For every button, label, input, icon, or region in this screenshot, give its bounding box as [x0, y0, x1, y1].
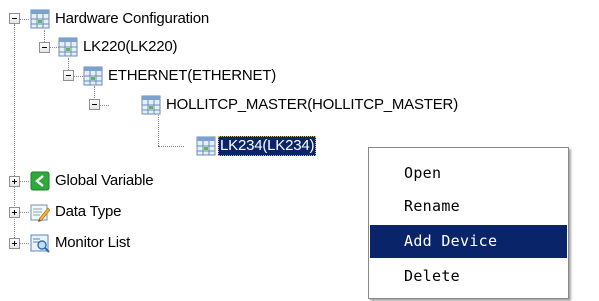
tree-node-hardware-configuration[interactable]: Hardware Configuration [53, 9, 211, 29]
menu-item-rename[interactable]: Rename [370, 190, 567, 223]
collapse-toggle[interactable] [9, 13, 20, 24]
data-type-icon [30, 204, 50, 222]
expand-toggle[interactable] [9, 207, 20, 218]
collapse-toggle[interactable] [89, 99, 100, 110]
tree-connector [19, 19, 29, 20]
tree-connector [19, 212, 29, 213]
menu-item-open[interactable]: Open [370, 157, 567, 190]
tree-node-monitor-list[interactable]: Monitor List [53, 233, 132, 253]
expand-toggle[interactable] [9, 176, 20, 187]
collapse-toggle[interactable] [63, 70, 74, 81]
tree-connector [158, 146, 184, 147]
tree-connector [99, 105, 109, 106]
tree-connector [19, 243, 29, 244]
tree-connector [19, 181, 29, 182]
hardware-grid-icon [58, 37, 78, 57]
menu-item-delete[interactable]: Delete [370, 260, 567, 293]
hardware-grid-icon [196, 136, 216, 156]
global-variable-icon [30, 171, 50, 191]
tree-node-lk220[interactable]: LK220(LK220) [81, 37, 179, 57]
monitor-list-icon [30, 234, 50, 253]
context-menu: Open Rename Add Device Delete [368, 147, 569, 299]
tree-node-data-type[interactable]: Data Type [53, 202, 123, 222]
collapse-toggle[interactable] [39, 42, 50, 53]
tree-node-hollitcp-master[interactable]: HOLLITCP_MASTER(HOLLITCP_MASTER) [164, 95, 460, 115]
tree-node-global-variable[interactable]: Global Variable [53, 171, 155, 191]
tree-connector [158, 115, 159, 146]
hardware-grid-icon [83, 66, 103, 86]
hardware-grid-icon [30, 9, 50, 29]
tree-node-lk234[interactable]: LK234(LK234) [218, 136, 317, 156]
tree-connector [73, 76, 83, 77]
expand-toggle[interactable] [9, 238, 20, 249]
hardware-grid-icon [141, 95, 161, 115]
tree-node-ethernet[interactable]: ETHERNET(ETHERNET) [106, 66, 278, 86]
menu-item-add-device[interactable]: Add Device [370, 225, 567, 258]
